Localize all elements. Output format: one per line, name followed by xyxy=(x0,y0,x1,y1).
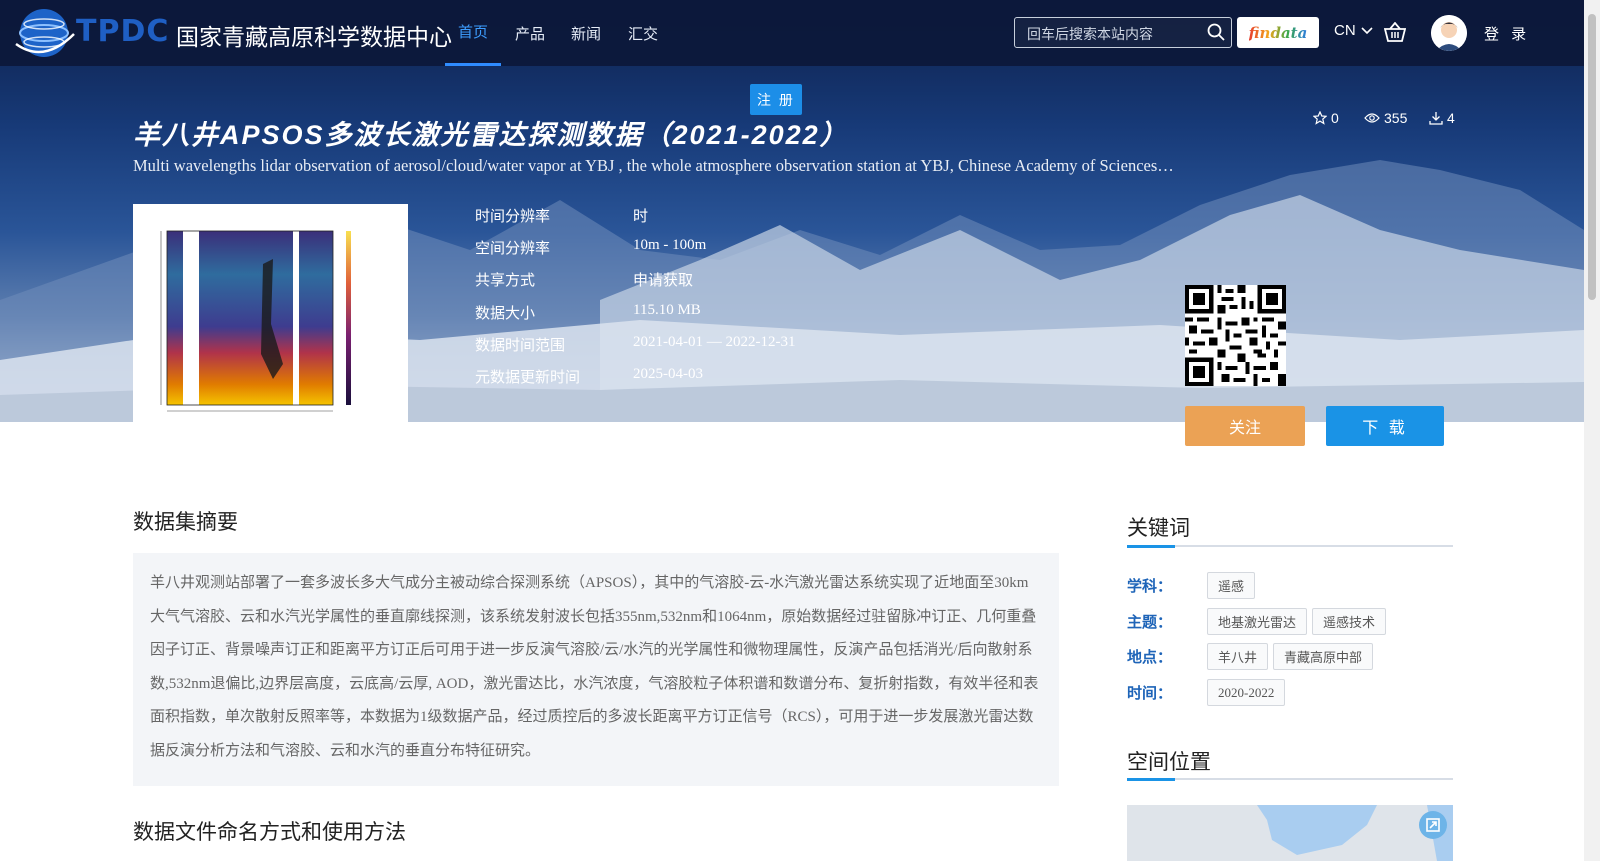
meta-sharing-value: 申请获取 xyxy=(633,273,694,289)
findata-button[interactable]: findata xyxy=(1237,17,1319,48)
scrollbar-thumb[interactable] xyxy=(1588,14,1596,300)
findata-label: findata xyxy=(1248,23,1308,42)
user-avatar[interactable] xyxy=(1431,15,1467,51)
star-icon xyxy=(1313,111,1327,125)
keyword-tag[interactable]: 遥感 xyxy=(1207,572,1256,599)
site-name[interactable]: 国家青藏高原科学数据中心 xyxy=(176,18,452,52)
keyword-label-time: 时间： xyxy=(1127,685,1173,702)
login-link[interactable]: 登 录 xyxy=(1484,23,1530,44)
cart-icon[interactable] xyxy=(1384,22,1406,42)
nav-products[interactable]: 产品 xyxy=(509,0,551,66)
downloads-count: 4 xyxy=(1447,110,1455,126)
keywords-heading: 关键词 xyxy=(1127,517,1190,540)
user-avatar-icon xyxy=(1431,15,1467,51)
download-button[interactable]: 下 载 xyxy=(1326,406,1444,446)
nav-submission[interactable]: 汇交 xyxy=(622,0,664,66)
meta-size-label: 数据大小 xyxy=(475,305,536,322)
meta-sharing-label: 共享方式 xyxy=(475,272,536,289)
keyword-tag[interactable]: 地基激光雷达 xyxy=(1207,608,1308,635)
search-icon[interactable] xyxy=(1207,23,1225,41)
logo-wordmark[interactable]: TPDC xyxy=(76,14,169,49)
dataset-english-title: Multi wavelengths lidar observation of a… xyxy=(133,156,1174,175)
meta-time-range-label: 数据时间范围 xyxy=(475,337,566,354)
nav-news[interactable]: 新闻 xyxy=(565,0,607,66)
abstract-heading: 数据集摘要 xyxy=(133,511,238,534)
spatial-map[interactable] xyxy=(1127,805,1453,861)
dataset-title: 羊八井APSOS多波长激光雷达探测数据（2021-2022） xyxy=(133,120,849,150)
follow-button[interactable]: 关注 xyxy=(1185,406,1305,446)
lidar-plot-thumbnail-image xyxy=(160,230,351,412)
views-stat: 355 xyxy=(1364,110,1407,126)
favorites-stat: 0 xyxy=(1313,110,1339,126)
map-fullscreen-button[interactable] xyxy=(1419,811,1447,839)
search-box xyxy=(1014,17,1232,49)
meta-updated-value: 2025-04-03 xyxy=(633,366,703,382)
meta-spatial-resolution-label: 空间分辨率 xyxy=(475,240,551,257)
page-scrollbar[interactable] xyxy=(1584,0,1600,861)
qr-code-image xyxy=(1185,285,1286,386)
eye-icon xyxy=(1364,113,1380,123)
expand-icon xyxy=(1426,818,1440,832)
meta-time-resolution-label: 时间分辨率 xyxy=(475,208,551,225)
meta-time-range-value: 2021-04-01 — 2022-12-31 xyxy=(633,334,796,350)
language-label: CN xyxy=(1334,22,1356,39)
downloads-stat: 4 xyxy=(1429,110,1455,126)
keyword-label-theme: 主题： xyxy=(1127,614,1173,631)
keyword-tag[interactable]: 遥感技术 xyxy=(1312,608,1387,635)
qr-code-icon xyxy=(1185,285,1286,386)
dataset-thumbnail[interactable] xyxy=(133,204,408,422)
download-icon xyxy=(1429,112,1443,125)
language-switcher[interactable]: CN xyxy=(1334,22,1373,39)
top-navigation-bar: TPDC 国家青藏高原科学数据中心 首页 产品 新闻 汇交 findata CN… xyxy=(0,0,1584,66)
meta-size-value: 115.10 MB xyxy=(633,302,701,318)
keyword-tag[interactable]: 羊八井 xyxy=(1207,643,1269,670)
tpdc-globe-logo-icon[interactable] xyxy=(14,4,76,62)
keyword-tag[interactable]: 青藏高原中部 xyxy=(1273,643,1374,670)
keyword-tag[interactable]: 2020-2022 xyxy=(1207,679,1286,706)
meta-spatial-resolution-value: 10m - 100m xyxy=(633,237,707,253)
keywords-divider xyxy=(1127,544,1453,548)
spatial-heading: 空间位置 xyxy=(1127,751,1211,774)
file-naming-heading: 数据文件命名方式和使用方法 xyxy=(133,821,406,844)
chevron-down-icon xyxy=(1361,27,1373,35)
meta-time-resolution-value: 时 xyxy=(633,209,649,225)
spatial-divider xyxy=(1127,777,1453,781)
views-count: 355 xyxy=(1384,110,1408,126)
nav-home[interactable]: 首页 xyxy=(445,0,501,66)
search-input[interactable] xyxy=(1025,18,1199,49)
favorites-count: 0 xyxy=(1331,110,1339,126)
abstract-text: 羊八井观测站部署了一套多波长多大气成分主被动综合探测系统（APSOS），其中的气… xyxy=(133,553,1059,786)
map-canvas xyxy=(1127,805,1453,861)
meta-updated-label: 元数据更新时间 xyxy=(475,369,581,386)
keyword-label-place: 地点： xyxy=(1127,649,1173,666)
keyword-label-discipline: 学科： xyxy=(1127,578,1173,595)
register-button[interactable]: 注 册 xyxy=(750,84,802,115)
